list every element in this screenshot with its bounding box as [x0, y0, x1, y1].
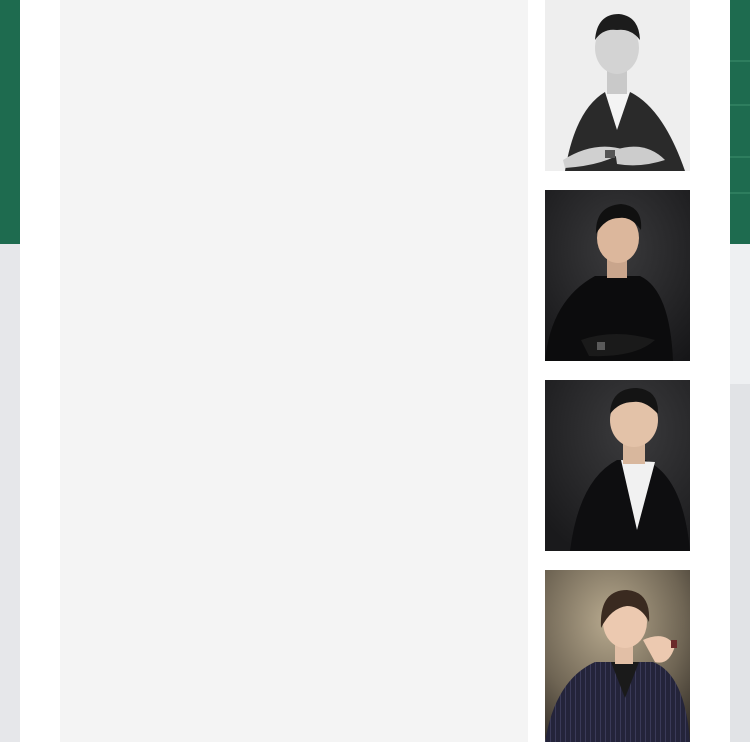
- content-panel: [60, 0, 528, 742]
- background-green-left: [0, 0, 20, 244]
- portrait-man-white-shirt-image: [545, 0, 690, 171]
- portrait-man-black-suit-image: [545, 380, 690, 551]
- portrait-woman-pinstripe-suit-image: [545, 570, 690, 742]
- team-portrait-3[interactable]: [545, 380, 690, 551]
- team-portrait-2[interactable]: [545, 190, 690, 361]
- background-green-right: [730, 0, 750, 244]
- portrait-man-black-shirt-image: [545, 190, 690, 361]
- team-portrait-4[interactable]: [545, 570, 690, 742]
- team-portrait-1[interactable]: [545, 0, 690, 171]
- main-container: [20, 0, 730, 742]
- background-right-panel: [730, 384, 750, 742]
